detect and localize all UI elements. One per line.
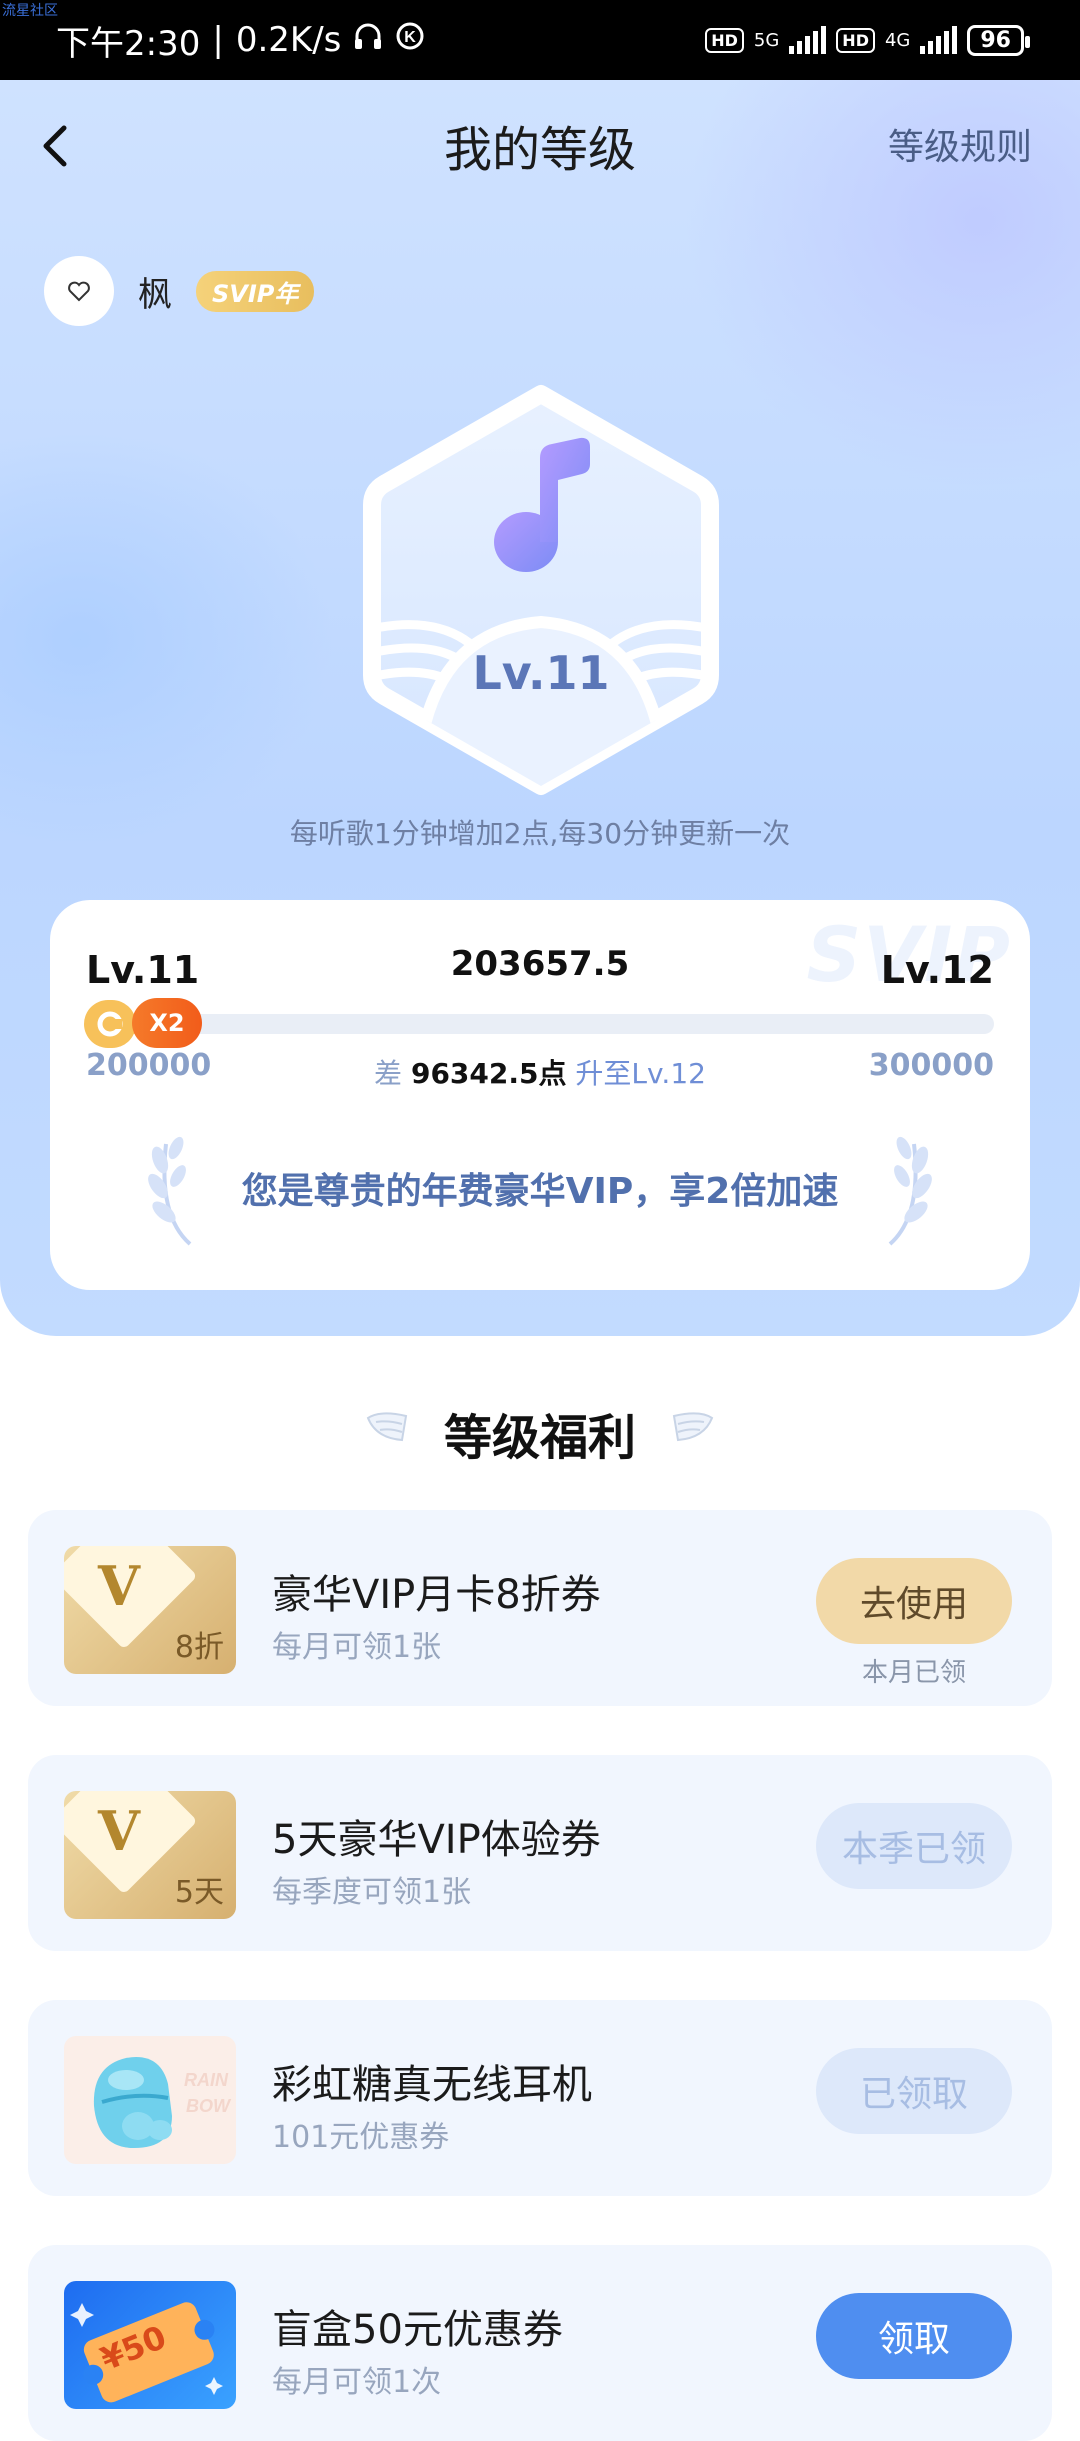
avatar[interactable]	[44, 256, 114, 326]
headphone-icon	[353, 20, 383, 60]
laurel-right-icon	[888, 1136, 932, 1246]
thumbnail-label: 8折	[174, 1630, 224, 1665]
svg-text:K: K	[405, 29, 417, 46]
vip-v-icon: V	[98, 1799, 140, 1863]
level-rules-link[interactable]: 等级规则	[888, 118, 1032, 170]
watermark-label: 流星社区	[2, 3, 58, 19]
user-name: 枫	[138, 274, 172, 315]
claimed-note: 本月已领	[861, 1658, 966, 1688]
benefit-subtitle: 每月可领1张	[272, 1630, 442, 1665]
level-badge: Lv.11	[358, 380, 724, 800]
level-label: Lv.11	[472, 646, 610, 700]
coin-icon	[84, 1000, 136, 1048]
vip-coupon-thumbnail: V 5天	[64, 1791, 236, 1919]
benefit-item-vip-trial-coupon: V 5天 5天豪华VIP体验券 每季度可领1张 本季已领	[28, 1755, 1052, 1951]
blindbox-coupon-thumbnail: ¥50	[64, 2281, 236, 2409]
vip-v-icon: V	[98, 1554, 140, 1618]
heart-icon	[68, 281, 90, 302]
network-5g-label: 5G	[753, 29, 780, 51]
signal-icon	[789, 26, 827, 54]
benefit-title: 盲盒50元优惠券	[272, 2307, 563, 2353]
claimed-season-button[interactable]: 本季已领	[816, 1803, 1012, 1889]
status-bar: 下午2:30 | 0.2K/s K HD 5G HD 4G 96	[0, 0, 1080, 80]
earbuds-case-icon: RAIN BOW	[93, 2057, 232, 2148]
svg-text:RAIN: RAIN	[184, 2070, 229, 2090]
user-info: 枫 SVIP年	[44, 256, 315, 326]
benefit-title: 豪华VIP月卡8折券	[272, 1572, 601, 1618]
battery-indicator: 96	[967, 24, 1030, 56]
network-4g-label: 4G	[884, 29, 911, 51]
benefit-item-earbuds-coupon: RAIN BOW 彩虹糖真无线耳机 101元优惠券 已领取	[28, 2000, 1052, 2196]
nav-bar: 我的等级 等级规则	[0, 80, 1080, 200]
svg-text:BOW: BOW	[186, 2096, 232, 2116]
benefit-subtitle: 101元优惠券	[272, 2120, 450, 2155]
level-tip: 每听歌1分钟增加2点,每30分钟更新一次	[289, 817, 791, 850]
benefits-title: 等级福利	[443, 1410, 636, 1466]
k-circle-icon: K	[395, 20, 425, 60]
thumbnail-label: 5天	[174, 1875, 224, 1910]
benefit-subtitle: 每月可领1次	[272, 2365, 442, 2400]
use-button[interactable]: 去使用	[816, 1558, 1012, 1644]
status-time: 下午2:30	[56, 23, 201, 64]
level-header-panel: 我的等级 等级规则 枫 SVIP年 Lv.11 每听歌1分钟增加2点,每30分钟…	[0, 80, 1080, 1336]
level-end-points: 300000	[868, 1048, 994, 1083]
claimed-button[interactable]: 已领取	[816, 2048, 1012, 2134]
vip-coupon-thumbnail: V 8折	[64, 1546, 236, 1674]
earbuds-thumbnail: RAIN BOW	[64, 2036, 236, 2164]
progress-track	[86, 1014, 994, 1034]
signal-icon-2	[920, 26, 958, 54]
svip-badge: SVIP年	[196, 270, 315, 312]
wing-right-icon	[672, 1412, 714, 1442]
next-level: Lv.12	[880, 948, 994, 992]
boost-badge: X2	[132, 998, 202, 1048]
hd-badge-2: HD	[836, 27, 875, 53]
benefit-item-blindbox-coupon: ¥50 盲盒50元优惠券 每月可领1次 领取	[28, 2245, 1052, 2441]
progress-card: SVIP Lv.11 203657.5 Lv.12 X2 200000 差 96…	[50, 900, 1030, 1290]
benefit-title: 5天豪华VIP体验券	[272, 1817, 601, 1863]
hd-badge: HD	[705, 27, 744, 53]
benefit-item-vip-month-coupon: V 8折 豪华VIP月卡8折券 每月可领1张 去使用 本月已领	[28, 1510, 1052, 1706]
claim-button[interactable]: 领取	[816, 2293, 1012, 2379]
benefit-subtitle: 每季度可领1张	[272, 1875, 472, 1910]
status-speed: 0.2K/s	[235, 20, 342, 60]
benefit-title: 彩虹糖真无线耳机	[272, 2062, 592, 2108]
